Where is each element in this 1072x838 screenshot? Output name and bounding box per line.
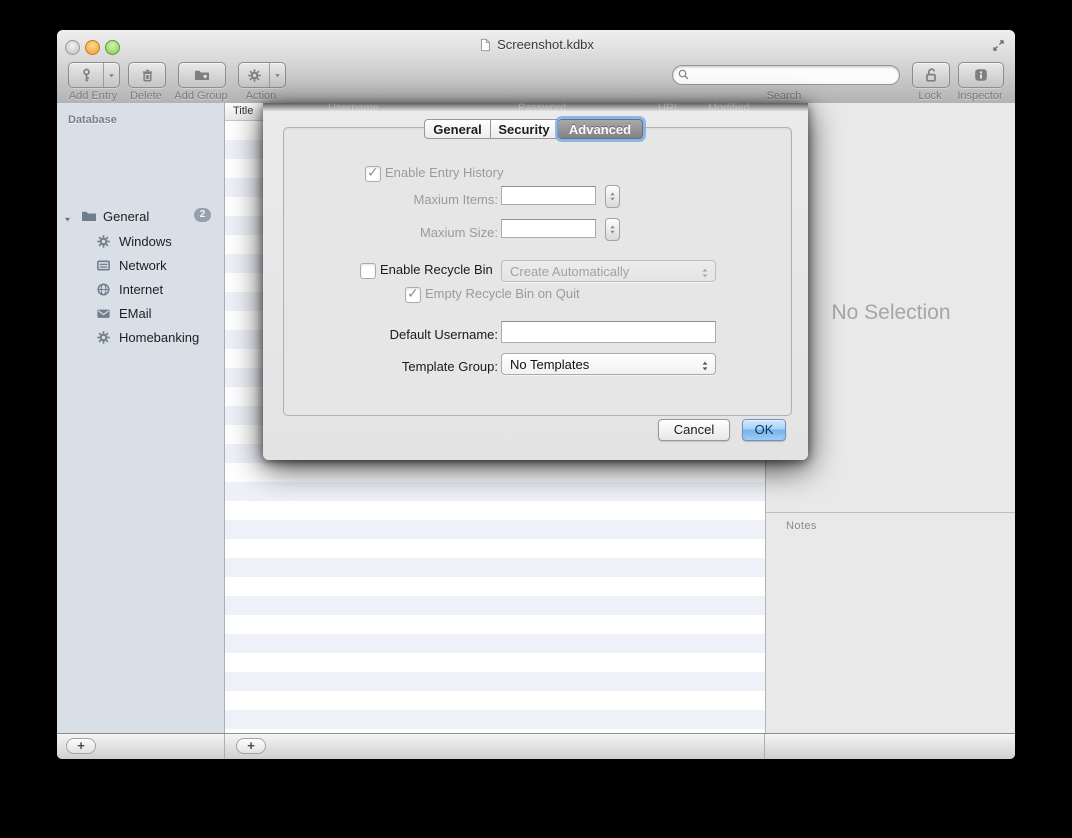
search-input[interactable] (672, 65, 900, 85)
window-title: Screenshot.kdbx (57, 37, 1015, 52)
chevron-down-icon[interactable] (103, 63, 119, 87)
default-username-input[interactable] (501, 321, 716, 343)
info-icon (959, 63, 1003, 87)
gear-icon (239, 63, 269, 87)
maxium-size-stepper[interactable] (605, 218, 620, 241)
document-icon (478, 38, 492, 52)
folder-plus-icon (179, 63, 225, 87)
add-group-button[interactable] (178, 62, 226, 88)
chevron-down-icon[interactable] (269, 63, 285, 87)
sidebar-item-label: General (103, 209, 149, 224)
sidebar-item-label: Homebanking (119, 330, 199, 345)
folder-icon (81, 208, 97, 224)
tab-security[interactable]: Security (491, 119, 558, 139)
sidebar-item-homebanking[interactable]: Homebanking (57, 325, 225, 349)
sidebar-item-network[interactable]: Network (57, 253, 225, 277)
sidebar-item-general[interactable]: General 2 (57, 204, 225, 228)
enable-entry-history-checkbox[interactable] (365, 166, 381, 182)
column-header-modified-faint: Modified (708, 103, 750, 111)
sidebar-item-label: EMail (119, 306, 152, 321)
column-header-url-faint: URL (658, 103, 680, 111)
maxium-items-input[interactable] (501, 186, 596, 205)
column-header-password-faint: Password (518, 103, 566, 111)
bottom-bar-divider (224, 734, 225, 759)
sidebar-item-label: Internet (119, 282, 163, 297)
gear-icon (96, 234, 111, 249)
template-group-popup[interactable]: No Templates (501, 353, 716, 375)
add-entry-button[interactable] (68, 62, 120, 88)
maxium-size-input[interactable] (501, 219, 596, 238)
disclosure-triangle-icon[interactable] (63, 212, 72, 227)
sheet-top-shadow: Username Password URL Modified (263, 103, 808, 111)
tab-advanced[interactable]: Advanced (558, 119, 643, 139)
bottom-bar-divider (764, 734, 765, 759)
empty-recycle-bin-checkbox[interactable] (405, 287, 421, 303)
maxium-size-label: Maxium Size: (324, 225, 498, 240)
sidebar-item-internet[interactable]: Internet (57, 277, 225, 301)
database-settings-sheet: Username Password URL Modified General S… (263, 103, 808, 460)
updown-arrows-icon (699, 265, 711, 286)
column-header-title[interactable]: Title (233, 105, 253, 117)
enable-recycle-bin-label: Enable Recycle Bin (380, 262, 493, 277)
cancel-button[interactable]: Cancel (658, 419, 730, 441)
sidebar: Database General 2 Windows Network Inter… (57, 103, 225, 733)
inspector-label: Inspector (957, 90, 1002, 102)
empty-recycle-bin-label: Empty Recycle Bin on Quit (425, 286, 580, 301)
lock-label: Lock (918, 90, 941, 102)
fullscreen-icon[interactable] (991, 38, 1006, 58)
add-entry-plus-button[interactable]: + (236, 738, 266, 754)
search-icon (677, 68, 690, 86)
add-group-plus-button[interactable]: + (66, 738, 96, 754)
desktop: Screenshot.kdbx Add Entry Delete Add Gro… (0, 0, 1072, 838)
updown-arrows-icon (699, 358, 711, 379)
notes-label: Notes (786, 520, 817, 532)
tab-general[interactable]: General (424, 119, 491, 139)
maxium-items-label: Maxium Items: (324, 192, 498, 207)
notes-divider (766, 512, 1015, 513)
lock-open-icon (913, 63, 949, 87)
template-group-label: Template Group: (324, 359, 498, 374)
action-label: Action (246, 90, 277, 102)
lock-button[interactable] (912, 62, 950, 88)
entry-count-badge: 2 (194, 208, 211, 222)
bottom-bar: + + (57, 733, 1015, 759)
add-entry-label: Add Entry (69, 90, 117, 102)
app-window: Screenshot.kdbx Add Entry Delete Add Gro… (57, 30, 1015, 759)
network-icon (96, 258, 111, 273)
add-group-label: Add Group (174, 90, 227, 102)
default-username-label: Default Username: (324, 327, 498, 342)
sidebar-item-windows[interactable]: Windows (57, 229, 225, 253)
recycle-bin-mode-popup[interactable]: Create Automatically (501, 260, 716, 282)
search-label: Search (767, 90, 802, 102)
gear-icon (96, 330, 111, 345)
enable-entry-history-label: Enable Entry History (385, 165, 504, 180)
delete-button[interactable] (128, 62, 166, 88)
key-icon (69, 63, 103, 87)
window-chrome: Screenshot.kdbx Add Entry Delete Add Gro… (57, 30, 1015, 104)
envelope-icon (96, 306, 111, 321)
inspector-button[interactable] (958, 62, 1004, 88)
sidebar-item-label: Network (119, 258, 167, 273)
sidebar-item-label: Windows (119, 234, 172, 249)
maxium-items-stepper[interactable] (605, 185, 620, 208)
sidebar-item-email[interactable]: EMail (57, 301, 225, 325)
advanced-tab-panel: Enable Entry History Maxium Items: Maxiu… (283, 127, 792, 416)
trash-icon (129, 63, 165, 87)
globe-icon (96, 282, 111, 297)
ok-button[interactable]: OK (742, 419, 786, 441)
settings-tab-bar: General Security Advanced (424, 119, 643, 139)
action-button[interactable] (238, 62, 286, 88)
column-header-username-faint: Username (328, 103, 379, 111)
delete-label: Delete (130, 90, 162, 102)
enable-recycle-bin-checkbox[interactable] (360, 263, 376, 279)
sidebar-section-header: Database (68, 114, 117, 126)
